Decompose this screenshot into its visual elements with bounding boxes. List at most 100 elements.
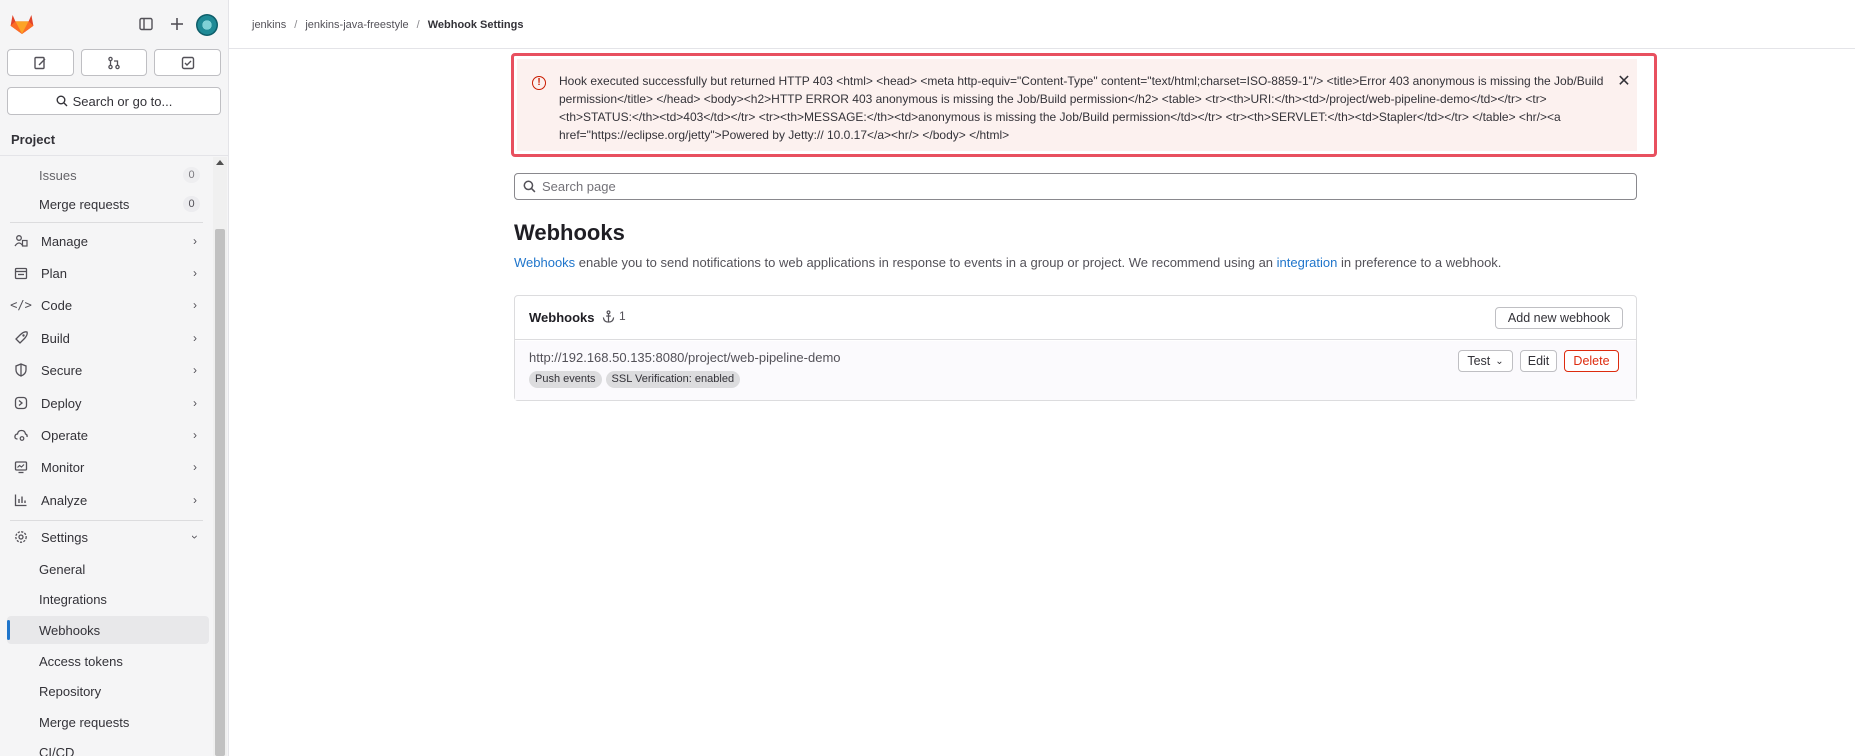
sidebar-item-label: Operate	[41, 427, 88, 443]
chevron-right-icon: ›	[193, 363, 197, 377]
sidebar-divider	[10, 222, 203, 223]
test-dropdown-button[interactable]: Test ⌄	[1458, 350, 1513, 372]
sidebar-item-label: Analyze	[41, 492, 88, 508]
sidebar-item-deploy[interactable]: Deploy ›	[7, 389, 209, 417]
sidebar-divider	[10, 520, 203, 521]
search-page-input[interactable]	[542, 179, 1636, 194]
chevron-down-icon: ⌄	[1495, 355, 1504, 367]
integration-link[interactable]: integration	[1277, 255, 1338, 270]
webhooks-count: 1	[602, 309, 626, 323]
sidebar-item-operate[interactable]: Operate ›	[7, 421, 209, 449]
add-new-webhook-button[interactable]: Add new webhook	[1495, 307, 1623, 329]
sidebar-subitem-repository[interactable]: Repository	[7, 677, 209, 705]
sidebar-subitem-general[interactable]: General	[7, 555, 209, 583]
sidebar-subitem-cicd[interactable]: CI/CD	[7, 738, 209, 756]
sidebar-subitem-access-tokens[interactable]: Access tokens	[7, 647, 209, 675]
sidebar-item-secure[interactable]: Secure ›	[7, 356, 209, 384]
code-icon: </>	[10, 298, 32, 312]
breadcrumb-item-current[interactable]: Webhook Settings	[428, 19, 524, 31]
chevron-right-icon: ›	[193, 331, 197, 345]
sidebar-item-merge-requests[interactable]: Merge requests 0	[7, 190, 209, 218]
toggle-sidebar-icon[interactable]	[136, 14, 156, 34]
sidebar-item-monitor[interactable]: Monitor ›	[7, 453, 209, 481]
assigned-issues-icon[interactable]	[7, 49, 74, 76]
sidebar-item-issues[interactable]: Issues 0	[7, 161, 209, 189]
deployments-icon	[13, 396, 29, 410]
search-icon	[56, 95, 68, 107]
sidebar-shortcuts	[7, 49, 222, 76]
sidebar-item-label: Monitor	[41, 459, 85, 475]
webhooks-count-value: 1	[619, 309, 626, 323]
breadcrumb-item-project[interactable]: jenkins-java-freestyle	[305, 19, 408, 31]
scroll-up-arrow-icon[interactable]	[216, 160, 224, 165]
chevron-down-icon: ›	[188, 535, 202, 539]
test-label: Test	[1467, 354, 1491, 368]
page-title: Webhooks	[514, 220, 625, 245]
sidebar-item-manage[interactable]: Manage ›	[7, 227, 209, 255]
issues-count-badge: 0	[183, 167, 200, 183]
rocket-icon	[13, 331, 29, 345]
webhook-url: http://192.168.50.135:8080/project/web-p…	[529, 350, 841, 365]
sidebar-item-label: Settings	[41, 529, 88, 545]
delete-button[interactable]: Delete	[1564, 350, 1619, 372]
monitor-icon	[13, 460, 29, 474]
sidebar: Search or go to... Project Issues 0 Merg…	[0, 0, 229, 756]
sidebar-item-label: Access tokens	[39, 653, 123, 669]
user-avatar[interactable]	[196, 14, 218, 36]
merge-requests-icon[interactable]	[80, 49, 148, 76]
description-text-end: in preference to a webhook.	[1337, 255, 1502, 270]
sidebar-item-label: Secure	[41, 362, 83, 378]
sidebar-item-label: Integrations	[39, 591, 107, 607]
sidebar-top	[0, 0, 228, 48]
search-or-go-to-button[interactable]: Search or go to...	[7, 87, 221, 115]
chevron-right-icon: ›	[193, 428, 197, 442]
sidebar-item-label: Issues	[39, 167, 77, 183]
close-icon[interactable]: ✕	[1615, 73, 1633, 91]
chevron-right-icon: ›	[193, 234, 197, 248]
create-new-icon[interactable]	[167, 14, 187, 34]
breadcrumb: jenkins / jenkins-java-freestyle / Webho…	[252, 19, 523, 31]
search-page-field[interactable]	[514, 173, 1637, 200]
sidebar-item-label: Deploy	[41, 395, 82, 411]
gitlab-logo-icon[interactable]	[10, 13, 34, 35]
chevron-right-icon: ›	[193, 460, 197, 474]
search-icon	[523, 180, 536, 193]
breadcrumb-separator: /	[416, 19, 420, 31]
error-icon: !	[532, 76, 546, 90]
sidebar-item-code[interactable]: </> Code ›	[7, 291, 209, 319]
breadcrumb-separator: /	[294, 19, 298, 31]
chart-icon	[13, 493, 29, 507]
shield-icon	[13, 363, 29, 377]
webhooks-card-header: Webhooks 1 Add new webhook	[515, 296, 1636, 340]
top-bar: jenkins / jenkins-java-freestyle / Webho…	[229, 0, 1855, 49]
sidebar-item-analyze[interactable]: Analyze ›	[7, 486, 209, 514]
todo-list-icon[interactable]	[154, 49, 222, 76]
chevron-right-icon: ›	[193, 396, 197, 410]
sidebar-scrollbar[interactable]	[213, 157, 227, 756]
sidebar-item-plan[interactable]: Plan ›	[7, 259, 209, 287]
sidebar-item-label: Build	[41, 330, 70, 346]
sidebar-item-label: Manage	[41, 233, 88, 249]
description-text: enable you to send notifications to web …	[575, 255, 1277, 270]
sidebar-subitem-integrations[interactable]: Integrations	[7, 585, 209, 613]
breadcrumb-item-group[interactable]: jenkins	[252, 19, 286, 31]
sidebar-item-build[interactable]: Build ›	[7, 324, 209, 352]
cloud-gear-icon	[13, 428, 29, 442]
alert-message: Hook executed successfully but returned …	[559, 74, 1604, 142]
chevron-right-icon: ›	[193, 266, 197, 280]
webhooks-docs-link[interactable]: Webhooks	[514, 255, 575, 270]
sidebar-subitem-merge-requests[interactable]: Merge requests	[7, 708, 209, 736]
edit-button[interactable]: Edit	[1520, 350, 1557, 372]
sidebar-item-label: CI/CD	[39, 744, 75, 756]
webhooks-card-title: Webhooks	[529, 310, 595, 325]
chevron-right-icon: ›	[193, 493, 197, 507]
users-icon	[13, 234, 29, 248]
scrollbar-thumb[interactable]	[215, 229, 225, 756]
sidebar-item-label: Plan	[41, 265, 68, 281]
search-or-go-to-label: Search or go to...	[72, 93, 173, 109]
sidebar-item-settings[interactable]: Settings ›	[7, 523, 209, 551]
sidebar-item-label: General	[39, 561, 86, 577]
ssl-verification-badge: SSL Verification: enabled	[605, 371, 741, 388]
sidebar-subitem-webhooks[interactable]: Webhooks	[7, 616, 209, 644]
sidebar-section-title: Project	[0, 124, 228, 156]
